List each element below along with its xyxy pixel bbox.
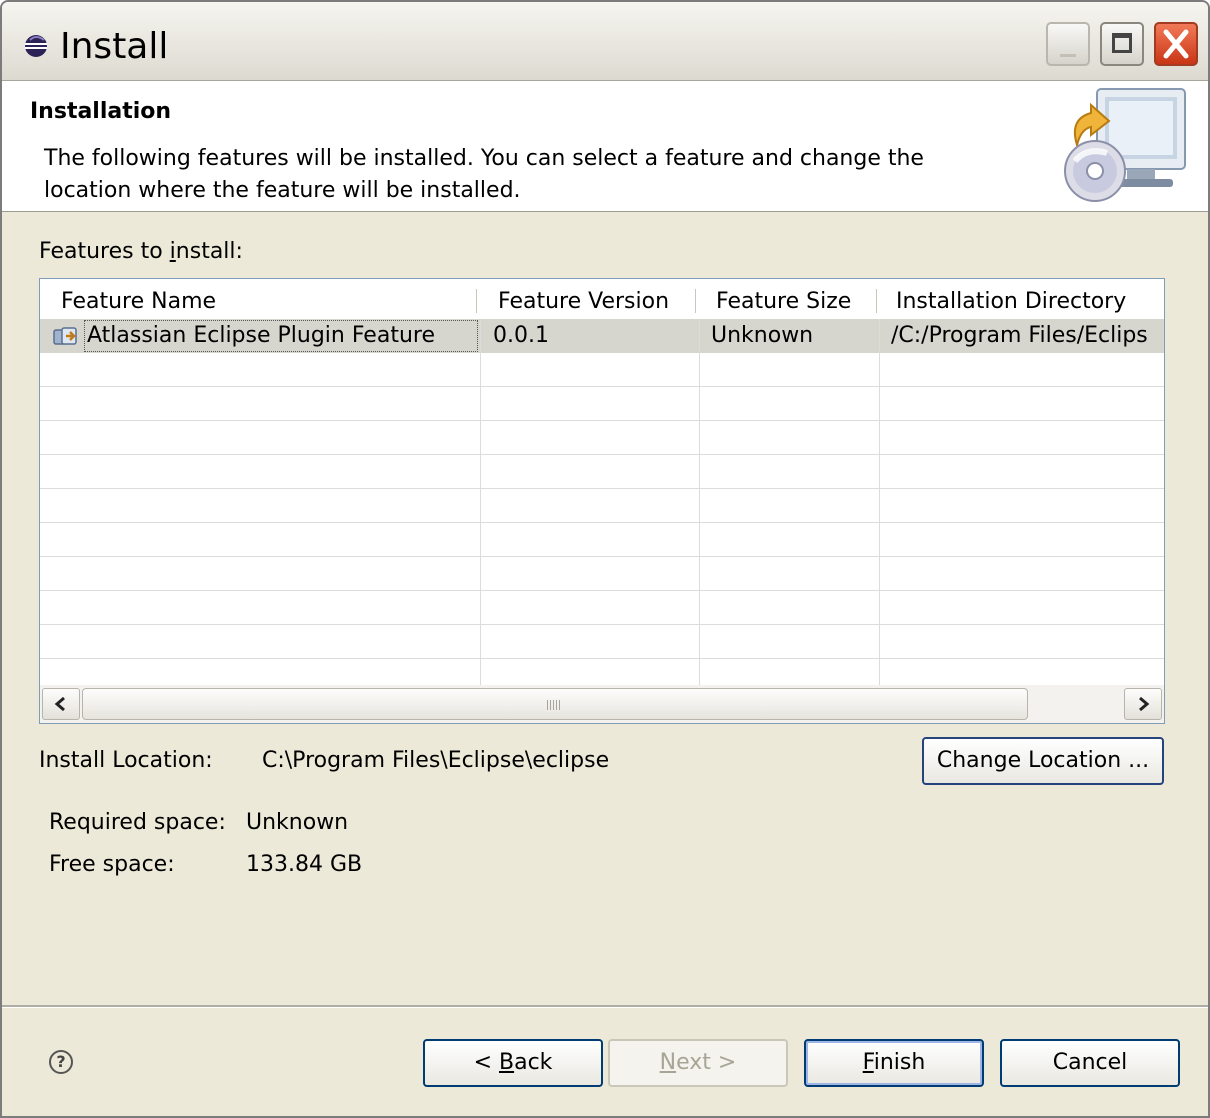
- maximize-button[interactable]: [1100, 22, 1144, 66]
- grid-line: [40, 421, 1164, 455]
- free-space-value: 133.84 GB: [246, 852, 363, 877]
- features-table[interactable]: Feature Name Feature Version Feature Siz…: [39, 278, 1165, 724]
- column-header-feature-size[interactable]: Feature Size: [716, 287, 851, 317]
- scroll-left-button[interactable]: [42, 688, 80, 720]
- next-button: Next >: [608, 1039, 788, 1087]
- install-dialog: Install Installation The following featu…: [0, 0, 1210, 1118]
- title-bar[interactable]: Install: [2, 2, 1208, 81]
- free-space-label: Free space:: [49, 852, 175, 877]
- features-label: Features to install:: [39, 239, 243, 264]
- required-space-label: Required space:: [49, 810, 226, 835]
- table-header: Feature Name Feature Version Feature Siz…: [40, 279, 1164, 319]
- close-button[interactable]: [1154, 22, 1198, 66]
- grid-column-line: [879, 319, 880, 685]
- column-header-installation-directory[interactable]: Installation Directory: [896, 287, 1126, 317]
- window-title: Install: [60, 26, 169, 67]
- wizard-banner: Installation The following features will…: [2, 81, 1208, 212]
- grid-line: [40, 591, 1164, 625]
- scroll-right-button[interactable]: [1124, 688, 1162, 720]
- required-space-value: Unknown: [246, 810, 349, 835]
- banner-title: Installation: [30, 99, 172, 124]
- column-divider[interactable]: [695, 289, 696, 313]
- feature-plugin-icon: [53, 327, 77, 345]
- grid-line: [40, 455, 1164, 489]
- cell-feature-name: Atlassian Eclipse Plugin Feature: [87, 323, 435, 348]
- scroll-left-icon: [54, 696, 65, 712]
- grid-line: [40, 625, 1164, 659]
- column-header-feature-version[interactable]: Feature Version: [498, 287, 669, 317]
- footer-divider: [2, 1005, 1208, 1008]
- column-divider[interactable]: [876, 289, 877, 313]
- scrollbar-thumb[interactable]: [82, 688, 1028, 720]
- grid-column-line: [699, 319, 700, 685]
- grid-column-line: [480, 319, 481, 685]
- eclipse-icon: [25, 35, 47, 57]
- cell-feature-version: 0.0.1: [493, 323, 549, 348]
- grid-line: [40, 489, 1164, 523]
- close-icon: [1163, 29, 1189, 59]
- scrollbar-grip: [547, 700, 561, 710]
- minimize-icon: [1060, 54, 1076, 57]
- install-location-value: C:\Program Files\Eclipse\eclipse: [262, 748, 610, 773]
- column-divider[interactable]: [476, 289, 477, 313]
- cell-feature-size: Unknown: [711, 323, 814, 348]
- grid-line: [40, 353, 1164, 387]
- install-location-label: Install Location:: [39, 748, 213, 773]
- grid-line: [40, 523, 1164, 557]
- help-icon[interactable]: ?: [49, 1050, 73, 1074]
- column-header-feature-name[interactable]: Feature Name: [61, 287, 216, 317]
- scroll-right-icon: [1139, 696, 1150, 712]
- cancel-button[interactable]: Cancel: [1000, 1039, 1180, 1087]
- minimize-button[interactable]: [1046, 22, 1090, 66]
- grid-line: [40, 387, 1164, 421]
- maximize-icon: [1112, 33, 1132, 53]
- grid-line: [40, 557, 1164, 591]
- finish-button[interactable]: Finish: [804, 1039, 984, 1087]
- install-computer-cd-icon: [1064, 88, 1186, 202]
- change-location-button[interactable]: Change Location ...: [922, 737, 1164, 785]
- banner-description: The following features will be installed…: [44, 146, 924, 203]
- cell-installation-directory: /C:/Program Files/Eclips: [891, 323, 1148, 348]
- horizontal-scrollbar[interactable]: [40, 685, 1164, 723]
- back-button[interactable]: < Back: [423, 1039, 603, 1087]
